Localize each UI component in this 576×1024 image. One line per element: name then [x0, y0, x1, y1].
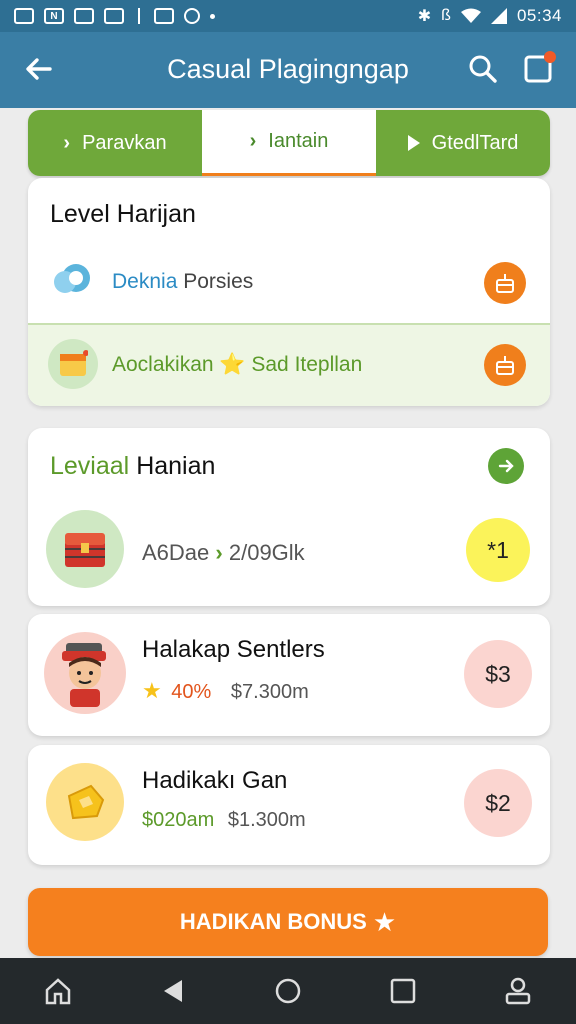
system-nav-bar — [0, 958, 576, 1024]
tab-paravkan[interactable]: › Paravkan — [28, 110, 202, 176]
circle-home-icon[interactable] — [268, 971, 308, 1011]
rewards-card: Leviaal Hanian A6Dae › 2/09Glk *1 — [28, 428, 550, 606]
profile-icon[interactable] — [498, 971, 538, 1011]
list-item[interactable]: Deknia Porsies — [28, 250, 550, 326]
status-bar: N ✱ ß 05:34 — [0, 0, 576, 32]
item-progress: A6Dae › 2/09Glk — [142, 540, 305, 565]
status-badge[interactable]: *1 — [466, 518, 530, 582]
signal-icon — [490, 8, 507, 24]
image-icon — [14, 8, 34, 24]
back-icon[interactable] — [153, 971, 193, 1011]
home-icon[interactable] — [38, 971, 78, 1011]
character-avatar-icon — [44, 632, 126, 714]
list-item[interactable]: Hadikakı Gan $020am $1.300m $2 — [28, 745, 550, 865]
treasure-chest-icon — [46, 510, 124, 588]
security-icon — [154, 8, 174, 24]
chat-bubble-icon — [54, 264, 90, 293]
photo-icon — [74, 8, 94, 24]
bluetooth-icon: ✱ — [417, 8, 432, 25]
recents-icon[interactable] — [383, 971, 423, 1011]
gift-box-icon[interactable] — [484, 262, 526, 304]
card-heading: Level Harijan — [50, 200, 196, 228]
app-bar: Casual Plagingngap — [0, 32, 576, 108]
card-heading: Leviaal Hanian — [50, 452, 216, 480]
arrow-right-icon[interactable] — [488, 448, 524, 484]
status-time: 05:34 — [516, 6, 562, 25]
gold-coin-icon — [46, 763, 124, 841]
n-icon: N — [44, 8, 64, 24]
tab-iantain[interactable]: › Iantain — [202, 110, 376, 176]
price-badge[interactable]: $2 — [464, 769, 532, 837]
star-icon: ★ — [372, 906, 397, 937]
item-title: Halakap Sentlers — [142, 636, 325, 663]
tab-bar: › Paravkan › Iantain GtedlTard — [28, 110, 550, 176]
play-icon — [407, 135, 420, 151]
record-icon — [184, 8, 200, 24]
chevron-right-icon: › — [249, 130, 257, 152]
calendar-icon — [48, 339, 98, 389]
chart-icon — [104, 8, 124, 24]
star-icon: ★ — [142, 678, 162, 703]
gift-box-icon[interactable] — [484, 344, 526, 386]
chevron-right-icon: › — [63, 131, 71, 154]
bonus-button[interactable]: HADIKAN BONUS ★ — [28, 888, 548, 956]
vibrate-icon: ß — [441, 7, 451, 24]
wifi-icon — [460, 8, 481, 23]
item-title: Hadikakı Gan — [142, 767, 288, 794]
notification-icon[interactable] — [522, 50, 558, 86]
price-badge[interactable]: $3 — [464, 640, 532, 708]
tab-gtedltard[interactable]: GtedlTard — [376, 110, 550, 176]
search-icon[interactable] — [466, 52, 500, 86]
list-item[interactable]: Aoclakikan ⭐ Sad Itepllan — [28, 323, 550, 406]
level-card: Level Harijan Deknia Porsies Aoclakikan … — [28, 178, 550, 406]
list-item[interactable]: Halakap Sentlers ★ 40% $7.300m $3 — [28, 614, 550, 736]
